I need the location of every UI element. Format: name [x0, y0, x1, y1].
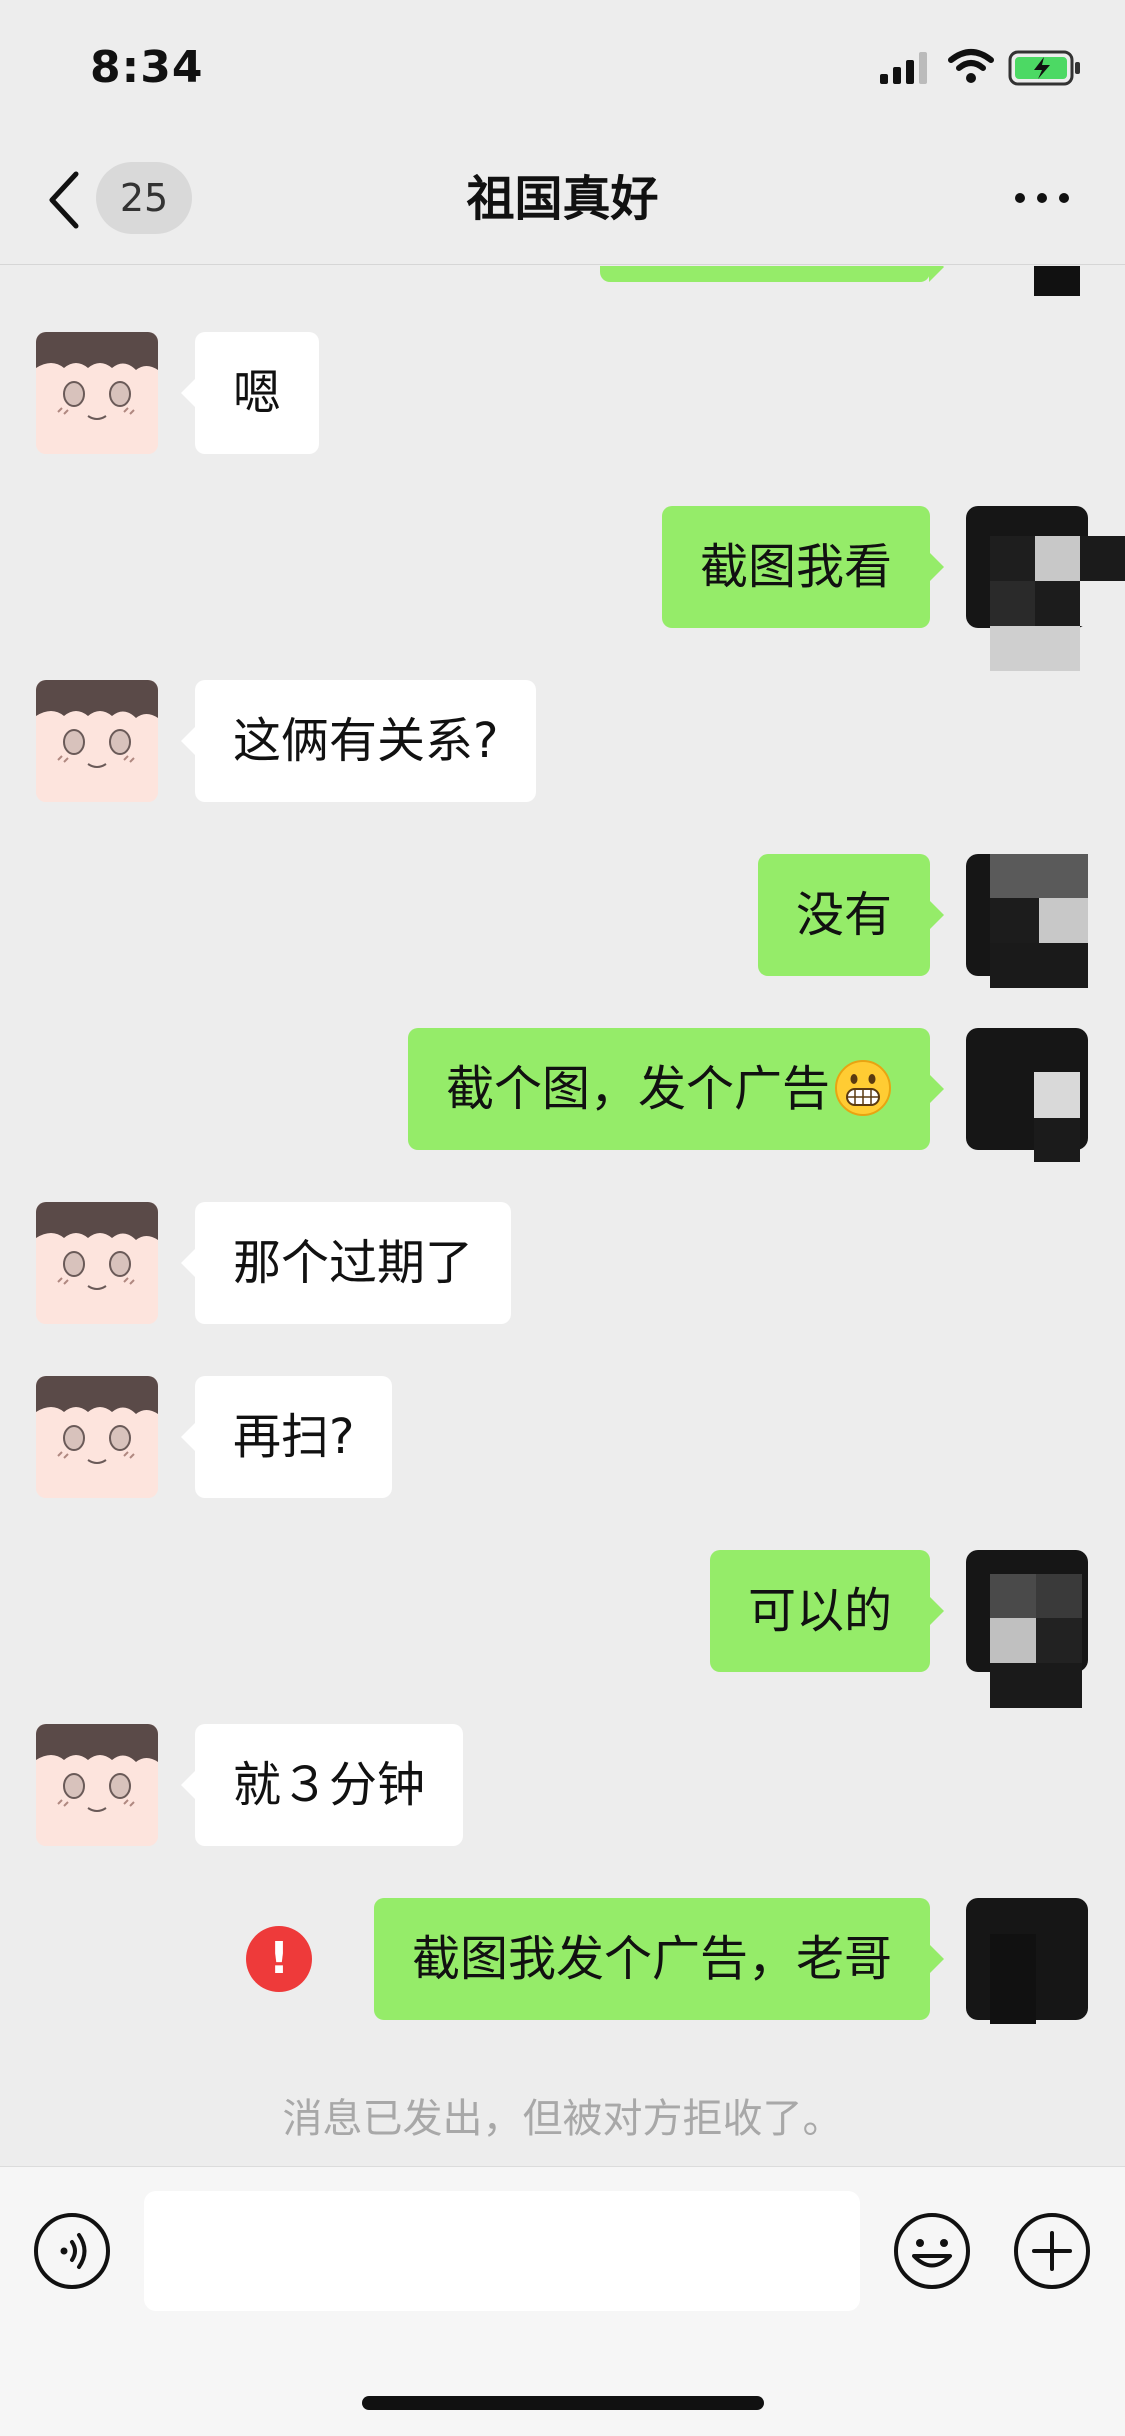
status-bar: 8:34 — [0, 0, 1125, 140]
contact-avatar[interactable] — [36, 1376, 158, 1498]
battery-charging-icon — [1008, 50, 1080, 86]
message-bubble-incoming[interactable]: 嗯 — [180, 332, 320, 454]
cartoon-face-icon — [36, 1202, 158, 1324]
message-bubble-incoming[interactable]: 这俩有关系? — [180, 680, 537, 802]
avatar-mosaic — [990, 1574, 1082, 1708]
message-bubble-outgoing[interactable]: 截图我发个广告，老哥 — [373, 1898, 945, 2020]
cartoon-face-icon — [36, 1376, 158, 1498]
avatar-mosaic — [990, 1934, 1036, 2024]
cartoon-face-icon — [36, 332, 158, 454]
signal-icon — [880, 52, 927, 84]
message-bubble-outgoing[interactable]: 截图我看 — [661, 506, 945, 628]
avatar-mosaic — [990, 854, 1088, 988]
message-input[interactable] — [144, 2191, 860, 2311]
plus-icon[interactable] — [1012, 2211, 1092, 2291]
avatar-mosaic — [1034, 266, 1080, 296]
wifi-icon — [948, 49, 994, 83]
grinning-face-emoji — [835, 1060, 891, 1116]
avatar-mosaic — [1034, 1072, 1080, 1162]
system-note: 消息已发出，但被对方拒收了。 — [282, 2096, 843, 2142]
message-bubble-outgoing[interactable]: 没有 — [757, 854, 945, 976]
more-dots-icon[interactable] — [1012, 188, 1072, 208]
home-indicator[interactable] — [362, 2396, 764, 2410]
message-bubble-outgoing[interactable]: 截个图，发个广告 — [407, 1028, 945, 1150]
send-failed-icon[interactable]: ! — [246, 1926, 312, 1992]
message-bubble-incoming[interactable]: 就３分钟 — [180, 1724, 464, 1846]
status-time: 8:34 — [90, 42, 204, 93]
voice-icon[interactable] — [32, 2211, 112, 2291]
contact-avatar[interactable] — [36, 680, 158, 802]
contact-avatar[interactable] — [36, 1202, 158, 1324]
emoji-icon[interactable] — [892, 2211, 972, 2291]
contact-avatar[interactable] — [36, 332, 158, 454]
message-bubble-partial — [600, 266, 944, 282]
cartoon-face-icon — [36, 680, 158, 802]
chat-header: 25 祖国真好 — [0, 140, 1125, 265]
contact-avatar[interactable] — [36, 1724, 158, 1846]
message-text: 截个图，发个广告 — [445, 1061, 830, 1117]
message-list[interactable]: 嗯 截图我看 这俩有关系? 没有 截个图，发个广告 那个过期了 再扫? 可以的 … — [0, 266, 1125, 2166]
message-bubble-incoming[interactable]: 再扫? — [180, 1376, 393, 1498]
chat-title: 祖国真好 — [466, 171, 659, 227]
avatar-mosaic — [990, 536, 1125, 676]
message-bubble-incoming[interactable]: 那个过期了 — [180, 1202, 512, 1324]
message-bubble-outgoing[interactable]: 可以的 — [709, 1550, 945, 1672]
cartoon-face-icon — [36, 1724, 158, 1846]
